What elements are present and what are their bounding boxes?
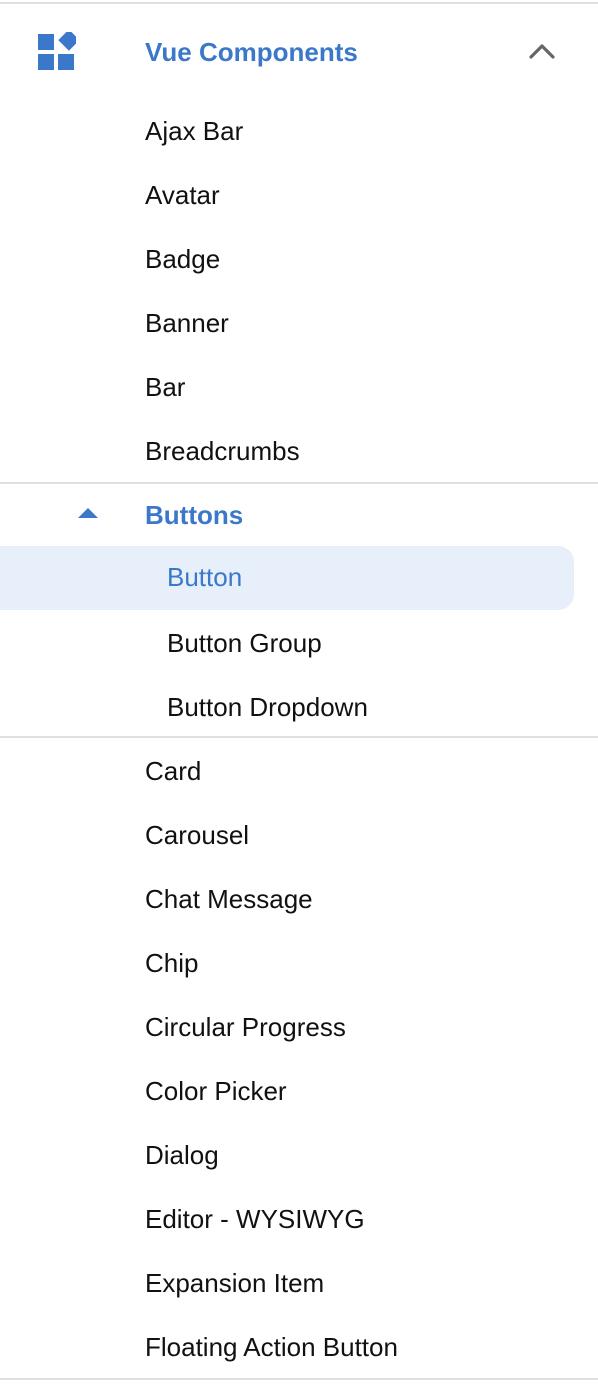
nav-item-label: Banner [145, 308, 229, 338]
nav-item-breadcrumbs[interactable]: Breadcrumbs [0, 420, 598, 482]
nav-item-color-picker[interactable]: Color Picker [0, 1060, 598, 1122]
nav-item-label: Ajax Bar [145, 116, 244, 146]
nav-item-label: Editor - WYSIWYG [145, 1204, 365, 1234]
group-divider-bottom [0, 736, 598, 738]
nav-item-label: Floating Action Button [145, 1332, 398, 1362]
buttons-group-header[interactable]: Buttons [0, 484, 598, 546]
nav-item-editor-wysiwyg[interactable]: Editor - WYSIWYG [0, 1188, 598, 1250]
nav-item-label: Chat Message [145, 884, 313, 914]
nav-item-label: Avatar [145, 180, 220, 210]
nav-item-card[interactable]: Card [0, 740, 598, 802]
nav-item-label: Carousel [145, 820, 250, 850]
nav-item-ajax-bar[interactable]: Ajax Bar [0, 100, 598, 162]
nav-item-floating-action-button[interactable]: Floating Action Button [0, 1316, 598, 1378]
nav-item-banner[interactable]: Banner [0, 292, 598, 354]
caret-up-icon [78, 508, 98, 518]
nav-item-label: Chip [145, 948, 199, 978]
nav-item-label: Card [145, 756, 202, 786]
nav-item-label: Badge [145, 244, 221, 274]
widgets-icon [38, 32, 76, 70]
nav-item-button-dropdown[interactable]: Button Dropdown [0, 676, 598, 738]
nav-item-expansion-item[interactable]: Expansion Item [0, 1252, 598, 1314]
nav-item-badge[interactable]: Badge [0, 228, 598, 290]
nav-item-label: Dialog [145, 1140, 219, 1170]
nav-item-label: Button Group [167, 628, 322, 658]
buttons-group-label: Buttons [145, 500, 244, 530]
nav-item-bar[interactable]: Bar [0, 356, 598, 418]
nav-item-chip[interactable]: Chip [0, 932, 598, 994]
nav-item-circular-progress[interactable]: Circular Progress [0, 996, 598, 1058]
nav-item-chat-message[interactable]: Chat Message [0, 868, 598, 930]
section-title: Vue Components [145, 37, 358, 67]
nav-item-button[interactable]: Button [0, 546, 598, 610]
nav-item-dialog[interactable]: Dialog [0, 1124, 598, 1186]
nav-item-label: Expansion Item [145, 1268, 325, 1298]
bottom-divider [0, 1378, 598, 1380]
active-item-highlight [0, 546, 574, 610]
nav-item-carousel[interactable]: Carousel [0, 804, 598, 866]
nav-item-label: Color Picker [145, 1076, 287, 1106]
nav-item-label: Breadcrumbs [145, 436, 300, 466]
nav-item-avatar[interactable]: Avatar [0, 164, 598, 226]
nav-item-button-group[interactable]: Button Group [0, 612, 598, 674]
nav-item-label: Bar [145, 372, 186, 402]
nav-item-label: Circular Progress [145, 1012, 346, 1042]
vue-components-section-header[interactable]: Vue Components [0, 4, 598, 96]
chevron-up-icon[interactable] [526, 36, 558, 66]
nav-item-label: Button Dropdown [167, 692, 368, 722]
nav-item-label: Button [167, 562, 243, 592]
